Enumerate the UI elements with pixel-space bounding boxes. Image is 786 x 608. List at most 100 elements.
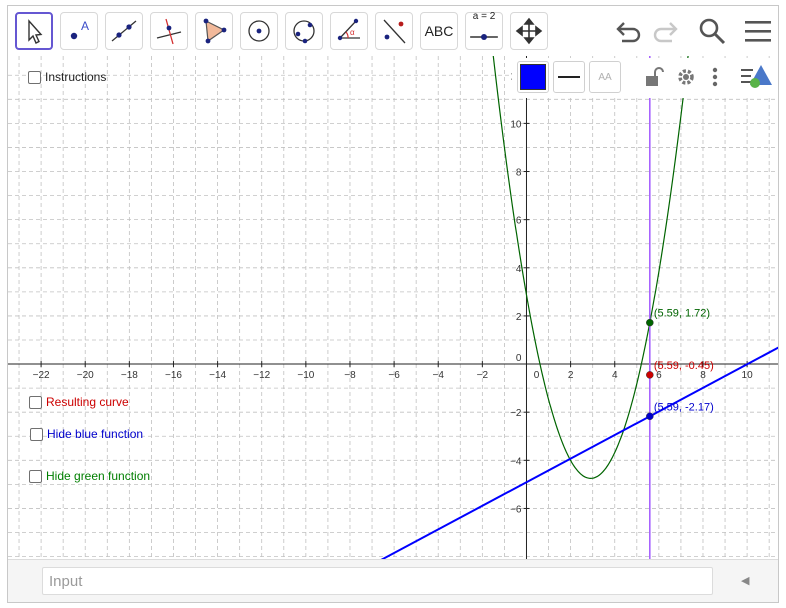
x-tick-label: −20 (77, 370, 94, 381)
text-size-button[interactable]: AA (589, 61, 621, 93)
point-icon: A (70, 19, 89, 40)
green-point[interactable] (646, 318, 654, 327)
checkbox-box[interactable] (29, 395, 42, 409)
lock-button[interactable] (637, 61, 669, 93)
circle-with-center-tool[interactable] (240, 12, 278, 50)
input-bar: Input ◀ (8, 559, 778, 602)
line-style-button[interactable] (553, 61, 585, 93)
triangle-left-icon: ◀ (741, 575, 750, 587)
angle-tool[interactable]: α (330, 12, 368, 50)
perpendicular-line-tool[interactable] (150, 12, 188, 50)
settings-icon (678, 69, 694, 85)
graphics-view-icon (741, 65, 772, 88)
hide-green-function-label: Hide green function (46, 469, 151, 483)
perpendicular-line-icon (156, 18, 182, 45)
instructions-checkbox[interactable]: Instructions (28, 70, 106, 84)
arrow-cursor-icon (28, 19, 43, 44)
search-button[interactable] (695, 14, 729, 48)
input-field[interactable]: Input (42, 567, 713, 595)
undo-icon (616, 22, 641, 43)
polygon-tool[interactable] (195, 12, 233, 50)
reflect-about-line-tool[interactable] (375, 12, 413, 50)
more-icon (712, 67, 718, 87)
blue-point-label: (5.59, -2.17) (654, 401, 714, 413)
x-tick-label: −10 (297, 370, 314, 381)
point-tool[interactable]: A (60, 12, 98, 50)
move-graphics-view-tool[interactable] (510, 12, 548, 50)
checkbox-box[interactable] (29, 469, 42, 483)
slider-track-icon (470, 33, 498, 40)
input-placeholder: Input (49, 573, 83, 590)
resulting-curve-checkbox[interactable]: Resulting curve (29, 395, 129, 409)
circle-three-points-icon (293, 20, 315, 44)
y-tick-label: −2 (510, 408, 522, 419)
green-point-label: (5.59, 1.72) (654, 308, 710, 320)
graphics-view-button[interactable] (738, 61, 774, 93)
checkbox-box[interactable] (28, 70, 41, 84)
line-through-points-icon (111, 20, 137, 42)
x-tick-label: 0 (534, 370, 540, 381)
circle-center-icon (248, 20, 270, 42)
x-tick-label: −12 (253, 370, 270, 381)
blue-point[interactable] (646, 412, 654, 421)
menu-button[interactable] (741, 14, 775, 48)
y-tick-label: 2 (516, 312, 522, 323)
slider-tool-label: a = 2 (472, 10, 496, 22)
x-tick-label: −8 (344, 370, 356, 381)
polygon-icon (203, 18, 227, 44)
text-tool[interactable]: ABC (420, 12, 458, 50)
point-marks[interactable]: (5.59, 1.72) (5.59, -0.45) (5.59, -2.17) (646, 308, 714, 421)
hide-blue-function-label: Hide blue function (47, 427, 144, 441)
y-tick-label: −4 (510, 456, 522, 467)
hide-green-function-checkbox[interactable]: Hide green function (29, 469, 150, 483)
red-point[interactable] (646, 371, 654, 379)
graphics-view[interactable]: −22 −20 −18 −16 −14 −12 −10 −8 −6 −4 −2 0 2 4 6 8 10−6−4… (8, 56, 778, 559)
x-tick-label: 4 (612, 370, 618, 381)
angle-tool-glyph: α (350, 28, 355, 37)
x-tick-label: −22 (33, 370, 50, 381)
x-tick-label: −2 (477, 370, 489, 381)
lock-icon (646, 67, 664, 86)
undo-button[interactable] (612, 14, 646, 48)
resulting-curve-label: Resulting curve (46, 395, 129, 409)
slider-icon: a = 2 (469, 11, 499, 52)
reflect-line-icon (383, 19, 406, 44)
slider-tool[interactable]: a = 2 (465, 11, 503, 52)
color-swatch (520, 64, 546, 90)
x-tick-label: 10 (742, 370, 754, 381)
circle-through-points-tool[interactable] (285, 12, 323, 50)
y-tick-label: 6 (516, 216, 522, 227)
red-point-label: (5.59, -0.45) (654, 360, 714, 372)
x-tick-label: 2 (568, 370, 574, 381)
x-tick-label: −6 (388, 370, 400, 381)
checkbox-box[interactable] (30, 427, 43, 441)
y-tick-label: −6 (510, 504, 522, 515)
y-tick-label: 0 (516, 353, 522, 364)
style-bar: AA (512, 58, 778, 98)
toolbar: A α ABC a = 2 (8, 6, 778, 56)
y-tick-label: 10 (510, 119, 522, 130)
settings-button[interactable] (670, 61, 702, 93)
x-tick-label: −16 (165, 370, 182, 381)
redo-button[interactable] (648, 14, 682, 48)
color-button[interactable] (517, 61, 549, 93)
x-tick-label: −14 (209, 370, 226, 381)
redo-icon (653, 22, 678, 43)
move-tool[interactable] (15, 12, 53, 50)
x-tick-label: −18 (121, 370, 138, 381)
text-tool-label: ABC (424, 23, 454, 39)
move-arrows-icon (515, 17, 543, 45)
collapse-input-button[interactable]: ◀ (741, 574, 749, 587)
line-tool[interactable] (105, 12, 143, 50)
angle-icon: α (337, 18, 360, 41)
search-icon (699, 18, 726, 45)
more-button[interactable] (707, 61, 723, 93)
line-style-icon (558, 76, 580, 78)
y-tick-label: 8 (516, 168, 522, 179)
instructions-label: Instructions (45, 70, 107, 84)
menu-icon (745, 21, 771, 42)
point-tool-glyph: A (81, 19, 89, 33)
x-tick-label: −4 (433, 370, 445, 381)
text-size-label: AA (598, 71, 612, 83)
hide-blue-function-checkbox[interactable]: Hide blue function (30, 427, 143, 441)
